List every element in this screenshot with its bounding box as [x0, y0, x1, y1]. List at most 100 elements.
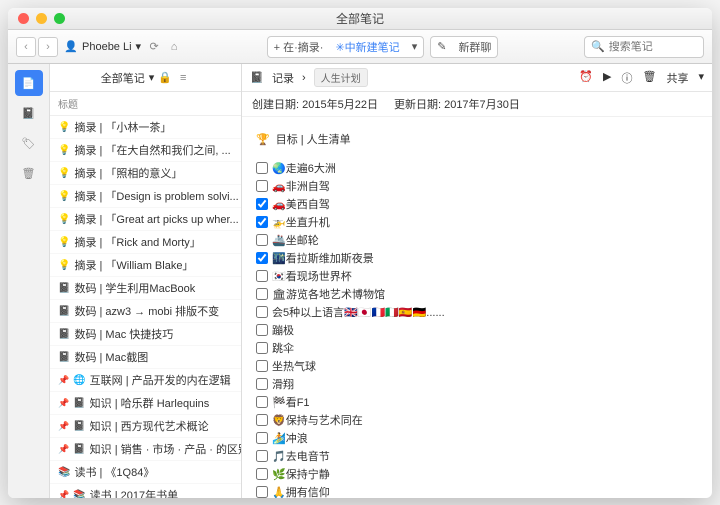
- checklist-item[interactable]: 🌃看拉斯维加斯夜景: [256, 249, 698, 267]
- back-button[interactable]: ‹: [16, 37, 36, 57]
- checkbox[interactable]: [256, 306, 268, 318]
- checkbox[interactable]: [256, 234, 268, 246]
- list-item[interactable]: 📌📓知识 | 西方现代艺术概论: [50, 415, 241, 438]
- note-title: 知识 | 哈乐群 Harlequins: [90, 395, 210, 411]
- checklist-item[interactable]: 🇰🇷看现场世界杯: [256, 267, 698, 285]
- notebooks-button[interactable]: 📓: [15, 100, 43, 126]
- checkbox[interactable]: [256, 324, 268, 336]
- note-title: 摘录 | 「照相的意义」: [74, 165, 182, 181]
- toolbar: ‹ › 👤 Phoebe Li ▾ ⟳ ⌂ + 在·摘录· ✳中新建笔记 ▾ ✎…: [8, 30, 712, 64]
- trash-button[interactable]: 🗑: [15, 160, 43, 186]
- checklist-item[interactable]: 跳伞: [256, 339, 698, 357]
- note-type-icon: 📓: [73, 444, 85, 455]
- checkbox[interactable]: [256, 360, 268, 372]
- sync-icon[interactable]: ⟳: [147, 40, 161, 54]
- checklist-item[interactable]: 🦁保持与艺术同在: [256, 411, 698, 429]
- checkbox[interactable]: [256, 342, 268, 354]
- checklist-item[interactable]: 蹦极: [256, 321, 698, 339]
- checkbox[interactable]: [256, 252, 268, 264]
- checkbox[interactable]: [256, 270, 268, 282]
- breadcrumb-notebook[interactable]: 记录: [272, 70, 294, 86]
- checklist-item[interactable]: 🌿保持宁静: [256, 465, 698, 483]
- checklist-text: 🌿保持宁静: [272, 466, 330, 482]
- note-title[interactable]: 目标 | 人生清单: [276, 131, 351, 147]
- share-button[interactable]: 共享: [666, 70, 688, 86]
- list-item[interactable]: 📌🌐互联网 | 产品开发的内在逻辑: [50, 369, 241, 392]
- checkbox[interactable]: [256, 432, 268, 444]
- note-body[interactable]: 🏆 目标 | 人生清单 🌏走遍6大洲🚗非洲自驾🚗美西自驾🚁坐直升机🚢坐邮轮🌃看拉…: [242, 117, 712, 498]
- info-icon[interactable]: ⓘ: [622, 70, 633, 86]
- chevron-down-icon: ▾: [698, 70, 704, 86]
- list-options-icon[interactable]: ≡: [176, 71, 190, 85]
- list-item[interactable]: 💡摘录 | 「小林一茶」: [50, 116, 241, 139]
- list-item[interactable]: 💡摘录 | 「William Blake」: [50, 254, 241, 277]
- account-menu[interactable]: 👤 Phoebe Li ▾: [64, 40, 141, 54]
- checklist-item[interactable]: 🏛游览各地艺术博物馆: [256, 285, 698, 303]
- list-item[interactable]: 💡摘录 | 「Great art picks up wher...: [50, 208, 241, 231]
- checkbox[interactable]: [256, 450, 268, 462]
- checkbox[interactable]: [256, 486, 268, 498]
- checkbox[interactable]: [256, 216, 268, 228]
- note-title: 摘录 | 「Rick and Morty」: [74, 234, 200, 250]
- note-list-header[interactable]: 全部笔记 ▾ 🔒 ≡: [50, 64, 241, 92]
- checklist-item[interactable]: 🚗非洲自驾: [256, 177, 698, 195]
- pin-icon: 📌: [58, 398, 69, 409]
- list-item[interactable]: 💡 摘录 | 「在大自然和我们之间, ...: [50, 139, 241, 162]
- checklist-text: 🏛游览各地艺术博物馆: [272, 286, 385, 302]
- checklist-item[interactable]: 坐热气球: [256, 357, 698, 375]
- checklist-item[interactable]: 🏄冲浪: [256, 429, 698, 447]
- note-title: 摘录 | 「在大自然和我们之间, ...: [74, 142, 230, 158]
- list-item[interactable]: 📓数码 | Mac截图: [50, 346, 241, 369]
- column-header[interactable]: 标题: [50, 92, 241, 116]
- tags-button[interactable]: 🏷: [15, 130, 43, 156]
- list-item[interactable]: 📌📓知识 | 销售 · 市场 · 产品 · 的区别: [50, 438, 241, 461]
- checkbox[interactable]: [256, 378, 268, 390]
- forward-button[interactable]: ›: [38, 37, 58, 57]
- list-item[interactable]: 📓数码 | 学生利用MacBook: [50, 277, 241, 300]
- list-item[interactable]: 📌📓知识 | 哈乐群 Harlequins: [50, 392, 241, 415]
- reminder-icon[interactable]: ⏰: [579, 70, 593, 86]
- checklist-item[interactable]: 🏁看F1: [256, 393, 698, 411]
- notes-view-button[interactable]: 📄: [15, 70, 43, 96]
- checklist-item[interactable]: 🌏走遍6大洲: [256, 159, 698, 177]
- checkbox[interactable]: [256, 288, 268, 300]
- notebook-icon: 📓: [250, 71, 264, 85]
- checklist-item[interactable]: 🚗美西自驾: [256, 195, 698, 213]
- note-title: 摘录 | 「Great art picks up wher...: [74, 211, 238, 227]
- checklist-item[interactable]: 滑翔: [256, 375, 698, 393]
- list-item[interactable]: 📌📚读书 | 2017年书单: [50, 484, 241, 498]
- checklist-item[interactable]: 🚁坐直升机: [256, 213, 698, 231]
- note-title: 摘录 | 「William Blake」: [74, 257, 193, 273]
- checklist-item[interactable]: 🎵去电音节: [256, 447, 698, 465]
- checklist-item[interactable]: 🚢坐邮轮: [256, 231, 698, 249]
- checkbox[interactable]: [256, 414, 268, 426]
- checkbox[interactable]: [256, 162, 268, 174]
- list-item[interactable]: 💡摘录 | 「照相的意义」: [50, 162, 241, 185]
- checkbox[interactable]: [256, 180, 268, 192]
- search-field[interactable]: 🔍: [584, 36, 704, 58]
- list-item[interactable]: 💡摘录 | 「Design is problem solvi...: [50, 185, 241, 208]
- checkbox[interactable]: [256, 198, 268, 210]
- checklist-text: 滑翔: [272, 376, 294, 392]
- checkbox[interactable]: [256, 468, 268, 480]
- trash-icon[interactable]: 🗑: [643, 70, 657, 86]
- checklist-item[interactable]: 🙏拥有信仰: [256, 483, 698, 498]
- note-type-icon: 💡: [58, 145, 70, 156]
- list-item[interactable]: 💡摘录 | 「Rick and Morty」: [50, 231, 241, 254]
- note-list[interactable]: 💡摘录 | 「小林一茶」 💡 摘录 | 「在大自然和我们之间, ... 💡摘录 | 「…: [50, 116, 241, 498]
- note-type-icon: 📓: [73, 421, 85, 432]
- checklist-text: 🦁保持与艺术同在: [272, 412, 363, 428]
- list-item[interactable]: 📓数码 | azw3 → mobi 排版不变: [50, 300, 241, 323]
- search-input[interactable]: [609, 41, 699, 53]
- breadcrumb-tag[interactable]: 人生计划: [314, 68, 368, 87]
- note-title: 读书 | 《1Q84》: [74, 464, 154, 480]
- new-chat-button[interactable]: ✎ 新群聊: [430, 36, 498, 58]
- checkbox[interactable]: [256, 396, 268, 408]
- list-item[interactable]: 📚读书 | 《1Q84》: [50, 461, 241, 484]
- activity-icon[interactable]: ⌂: [167, 40, 181, 54]
- note-title: 数码 | Mac 快捷技巧: [74, 326, 173, 342]
- list-item[interactable]: 📓数码 | Mac 快捷技巧: [50, 323, 241, 346]
- present-icon[interactable]: ▶: [603, 70, 611, 86]
- checklist-item[interactable]: 会5种以上语言🇬🇧🇯🇵🇫🇷🇮🇹🇪🇸🇩🇪......: [256, 303, 698, 321]
- new-note-button[interactable]: + 在·摘录· ✳中新建笔记 ▾: [267, 36, 425, 58]
